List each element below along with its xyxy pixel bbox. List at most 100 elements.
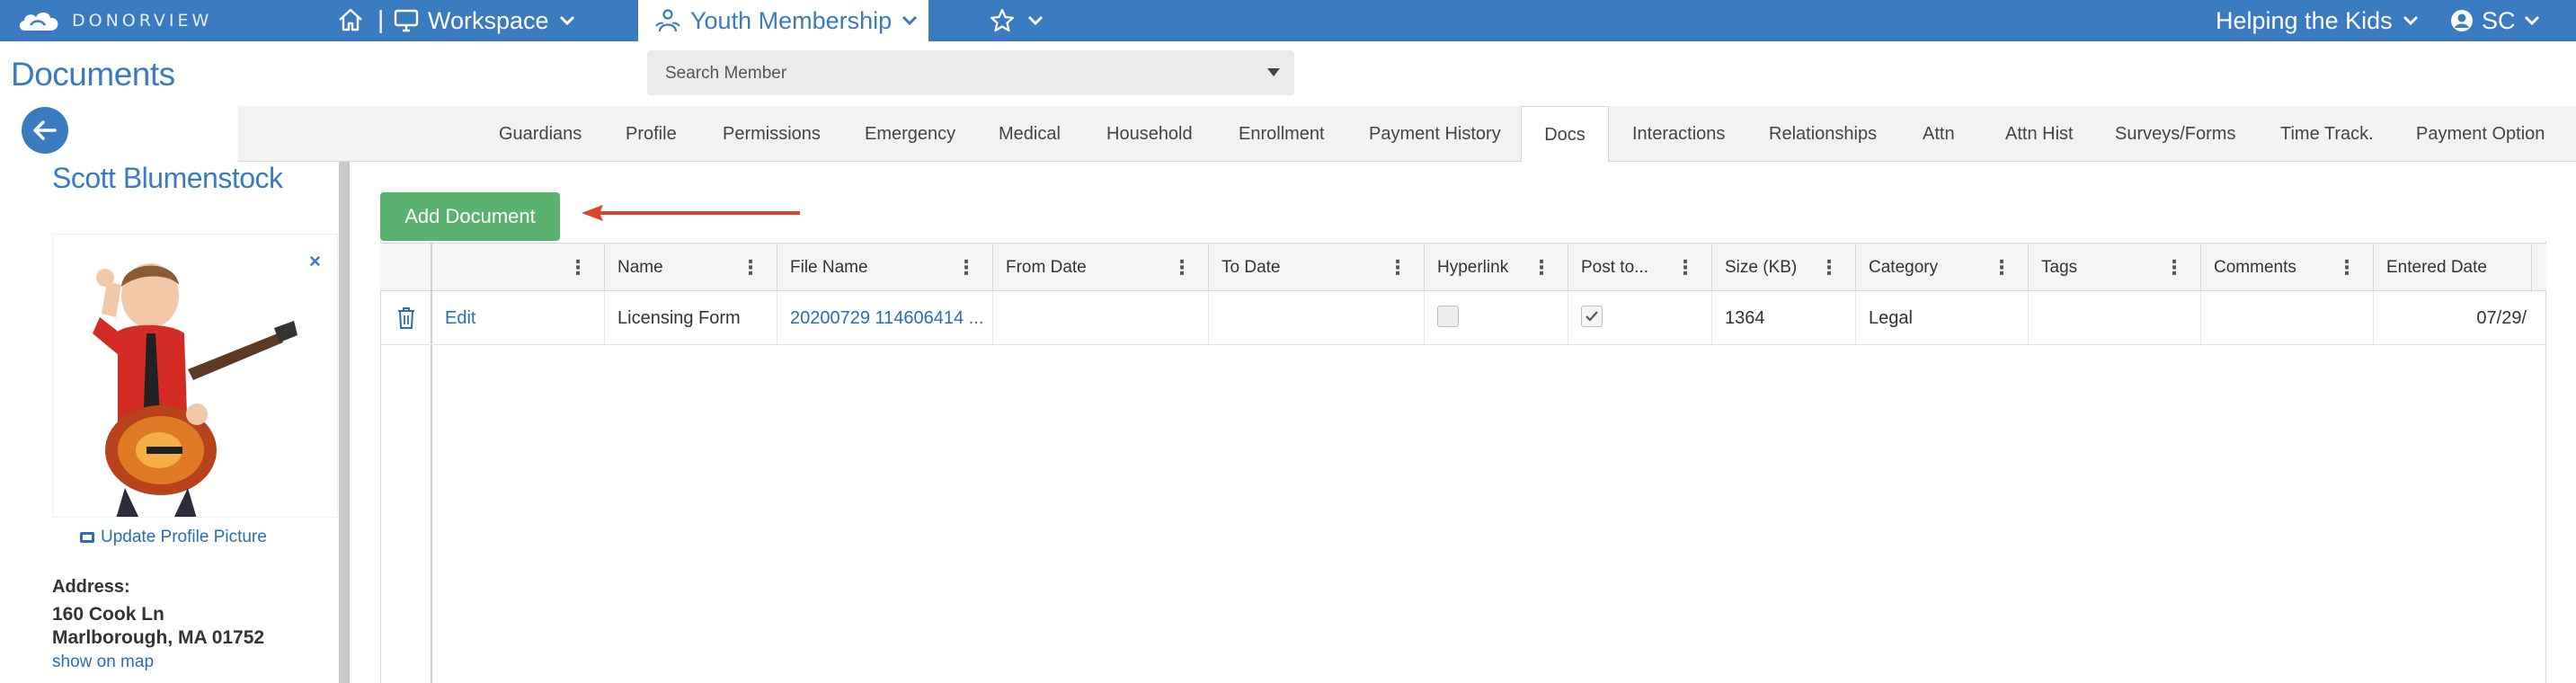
member-name: Scott Blumenstock: [52, 162, 283, 194]
tab-attn-hist[interactable]: Attn Hist: [2005, 106, 2074, 162]
column-label: Size (KB): [1725, 258, 1798, 277]
hyperlink-checkbox[interactable]: [1437, 306, 1459, 327]
cell-name-value: Licensing Form: [617, 308, 741, 328]
tab-enrollment[interactable]: Enrollment: [1239, 106, 1325, 162]
column-label: Entered Date: [2386, 258, 2487, 277]
cell-file-name: 20200729 114606414 ...: [777, 291, 993, 345]
user-menu[interactable]: SC: [2449, 0, 2541, 41]
column-menu-icon[interactable]: ⋮: [956, 256, 976, 279]
update-profile-picture-label: Update Profile Picture: [101, 528, 267, 546]
tab-surveys-forms[interactable]: Surveys/Forms: [2115, 106, 2235, 162]
search-member-select[interactable]: Search Member: [647, 50, 1294, 95]
cloud-logo-icon: [19, 12, 58, 31]
column-menu-icon[interactable]: ⋮: [2164, 256, 2184, 279]
column-label: Comments: [2214, 258, 2296, 277]
home-button[interactable]: [334, 4, 367, 36]
tab-emergency[interactable]: Emergency: [865, 106, 955, 162]
tab-docs[interactable]: Docs: [1521, 106, 1609, 163]
checkmark-icon: [1586, 311, 1598, 322]
youth-membership-menu[interactable]: Youth Membership: [638, 0, 928, 41]
header-comments[interactable]: Comments ⋮: [2201, 244, 2374, 292]
arrow-left-icon: [33, 120, 57, 140]
update-profile-picture-link[interactable]: Update Profile Picture: [79, 528, 267, 547]
favorites-menu[interactable]: [989, 0, 1044, 41]
tab-payment-option[interactable]: Payment Option: [2416, 106, 2545, 162]
header-file-name[interactable]: File Name ⋮: [777, 244, 993, 292]
header-name[interactable]: Name ⋮: [605, 244, 777, 292]
column-menu-icon[interactable]: ⋮: [1992, 256, 2012, 279]
column-menu-icon[interactable]: ⋮: [1675, 256, 1695, 279]
header-tags[interactable]: Tags ⋮: [2029, 244, 2201, 292]
tab-interactions[interactable]: Interactions: [1632, 106, 1725, 162]
header-size-kb[interactable]: Size (KB) ⋮: [1712, 244, 1856, 292]
show-on-map-link[interactable]: show on map: [52, 652, 154, 672]
header-entered-date[interactable]: Entered Date: [2374, 244, 2532, 292]
user-initials: SC: [2482, 6, 2516, 34]
cell-from-date: [993, 291, 1209, 345]
active-module-label: Youth Membership: [690, 6, 893, 34]
column-menu-icon[interactable]: ⋮: [1532, 256, 1551, 279]
header-to-date[interactable]: To Date ⋮: [1209, 244, 1425, 292]
people-icon: [655, 9, 680, 32]
column-menu-icon[interactable]: ⋮: [1388, 256, 1408, 279]
star-icon: [990, 8, 1015, 32]
column-menu-icon[interactable]: ⋮: [741, 256, 760, 279]
header-category[interactable]: Category ⋮: [1856, 244, 2029, 292]
logo-text: DONORVIEW: [72, 11, 213, 31]
remove-photo-button[interactable]: ×: [309, 250, 321, 273]
chevron-down-icon: [2524, 15, 2539, 26]
file-name-link[interactable]: 20200729 114606414 ...: [790, 308, 983, 329]
cell-post-to: [1568, 291, 1712, 345]
organization-menu[interactable]: Helping the Kids: [2216, 0, 2420, 41]
column-label: Tags: [2041, 258, 2078, 277]
profile-photo: [52, 234, 338, 518]
workspace-label: Workspace: [428, 6, 549, 34]
header-hyperlink[interactable]: Hyperlink ⋮: [1425, 244, 1568, 292]
search-placeholder: Search Member: [665, 64, 787, 83]
grid-header-row: ⋮ Name ⋮ File Name ⋮ From Date ⋮ To Date…: [380, 243, 2546, 292]
column-menu-icon[interactable]: ⋮: [2337, 256, 2357, 279]
cell-size-value: 1364: [1725, 308, 1765, 328]
cell-comments: [2201, 291, 2374, 345]
post-to-checkbox[interactable]: [1581, 306, 1603, 327]
tab-bar: Guardians Profile Permissions Emergency …: [238, 106, 2576, 163]
chevron-down-icon: [2403, 15, 2418, 26]
cell-category-value: Legal: [1869, 308, 1913, 328]
tab-time-track[interactable]: Time Track.: [2280, 106, 2374, 162]
header-from-date[interactable]: From Date ⋮: [993, 244, 1209, 292]
column-label: Post to...: [1581, 258, 1648, 277]
tab-guardians[interactable]: Guardians: [499, 106, 582, 162]
logo[interactable]: DONORVIEW: [16, 5, 212, 36]
address-label: Address:: [52, 577, 130, 597]
tab-household[interactable]: Household: [1106, 106, 1193, 162]
table-row: Edit Licensing Form 20200729 114606414 .…: [380, 291, 2546, 345]
column-menu-icon[interactable]: ⋮: [1172, 256, 1192, 279]
column-menu-icon[interactable]: ⋮: [1819, 256, 1839, 279]
column-label: Hyperlink: [1437, 258, 1509, 277]
column-label: Category: [1869, 258, 1939, 277]
cell-tags: [2029, 291, 2201, 345]
organization-name: Helping the Kids: [2216, 6, 2393, 34]
header-post-to[interactable]: Post to... ⋮: [1568, 244, 1712, 292]
home-icon: [339, 8, 362, 31]
column-menu-icon[interactable]: ⋮: [568, 256, 588, 279]
tab-medical[interactable]: Medical: [999, 106, 1061, 162]
add-document-button[interactable]: Add Document: [380, 192, 560, 241]
edit-link[interactable]: Edit: [445, 308, 475, 329]
cell-to-date: [1209, 291, 1425, 345]
tab-payment-history[interactable]: Payment History: [1369, 106, 1501, 162]
chevron-down-icon: [902, 15, 918, 26]
back-button[interactable]: [22, 107, 68, 154]
tab-relationships[interactable]: Relationships: [1769, 106, 1877, 162]
tab-permissions[interactable]: Permissions: [723, 106, 821, 162]
tab-profile[interactable]: Profile: [626, 106, 677, 162]
column-label: From Date: [1006, 258, 1087, 277]
cell-name: Licensing Form: [605, 291, 777, 345]
chevron-down-icon: [1027, 15, 1044, 26]
workspace-menu[interactable]: Workspace: [394, 0, 576, 41]
trash-icon[interactable]: [396, 306, 416, 330]
profile-scrollbar[interactable]: [339, 162, 350, 683]
tab-attn[interactable]: Attn: [1923, 106, 1955, 162]
cell-size-kb: 1364: [1712, 291, 1856, 345]
profile-photo-image: [93, 263, 298, 517]
